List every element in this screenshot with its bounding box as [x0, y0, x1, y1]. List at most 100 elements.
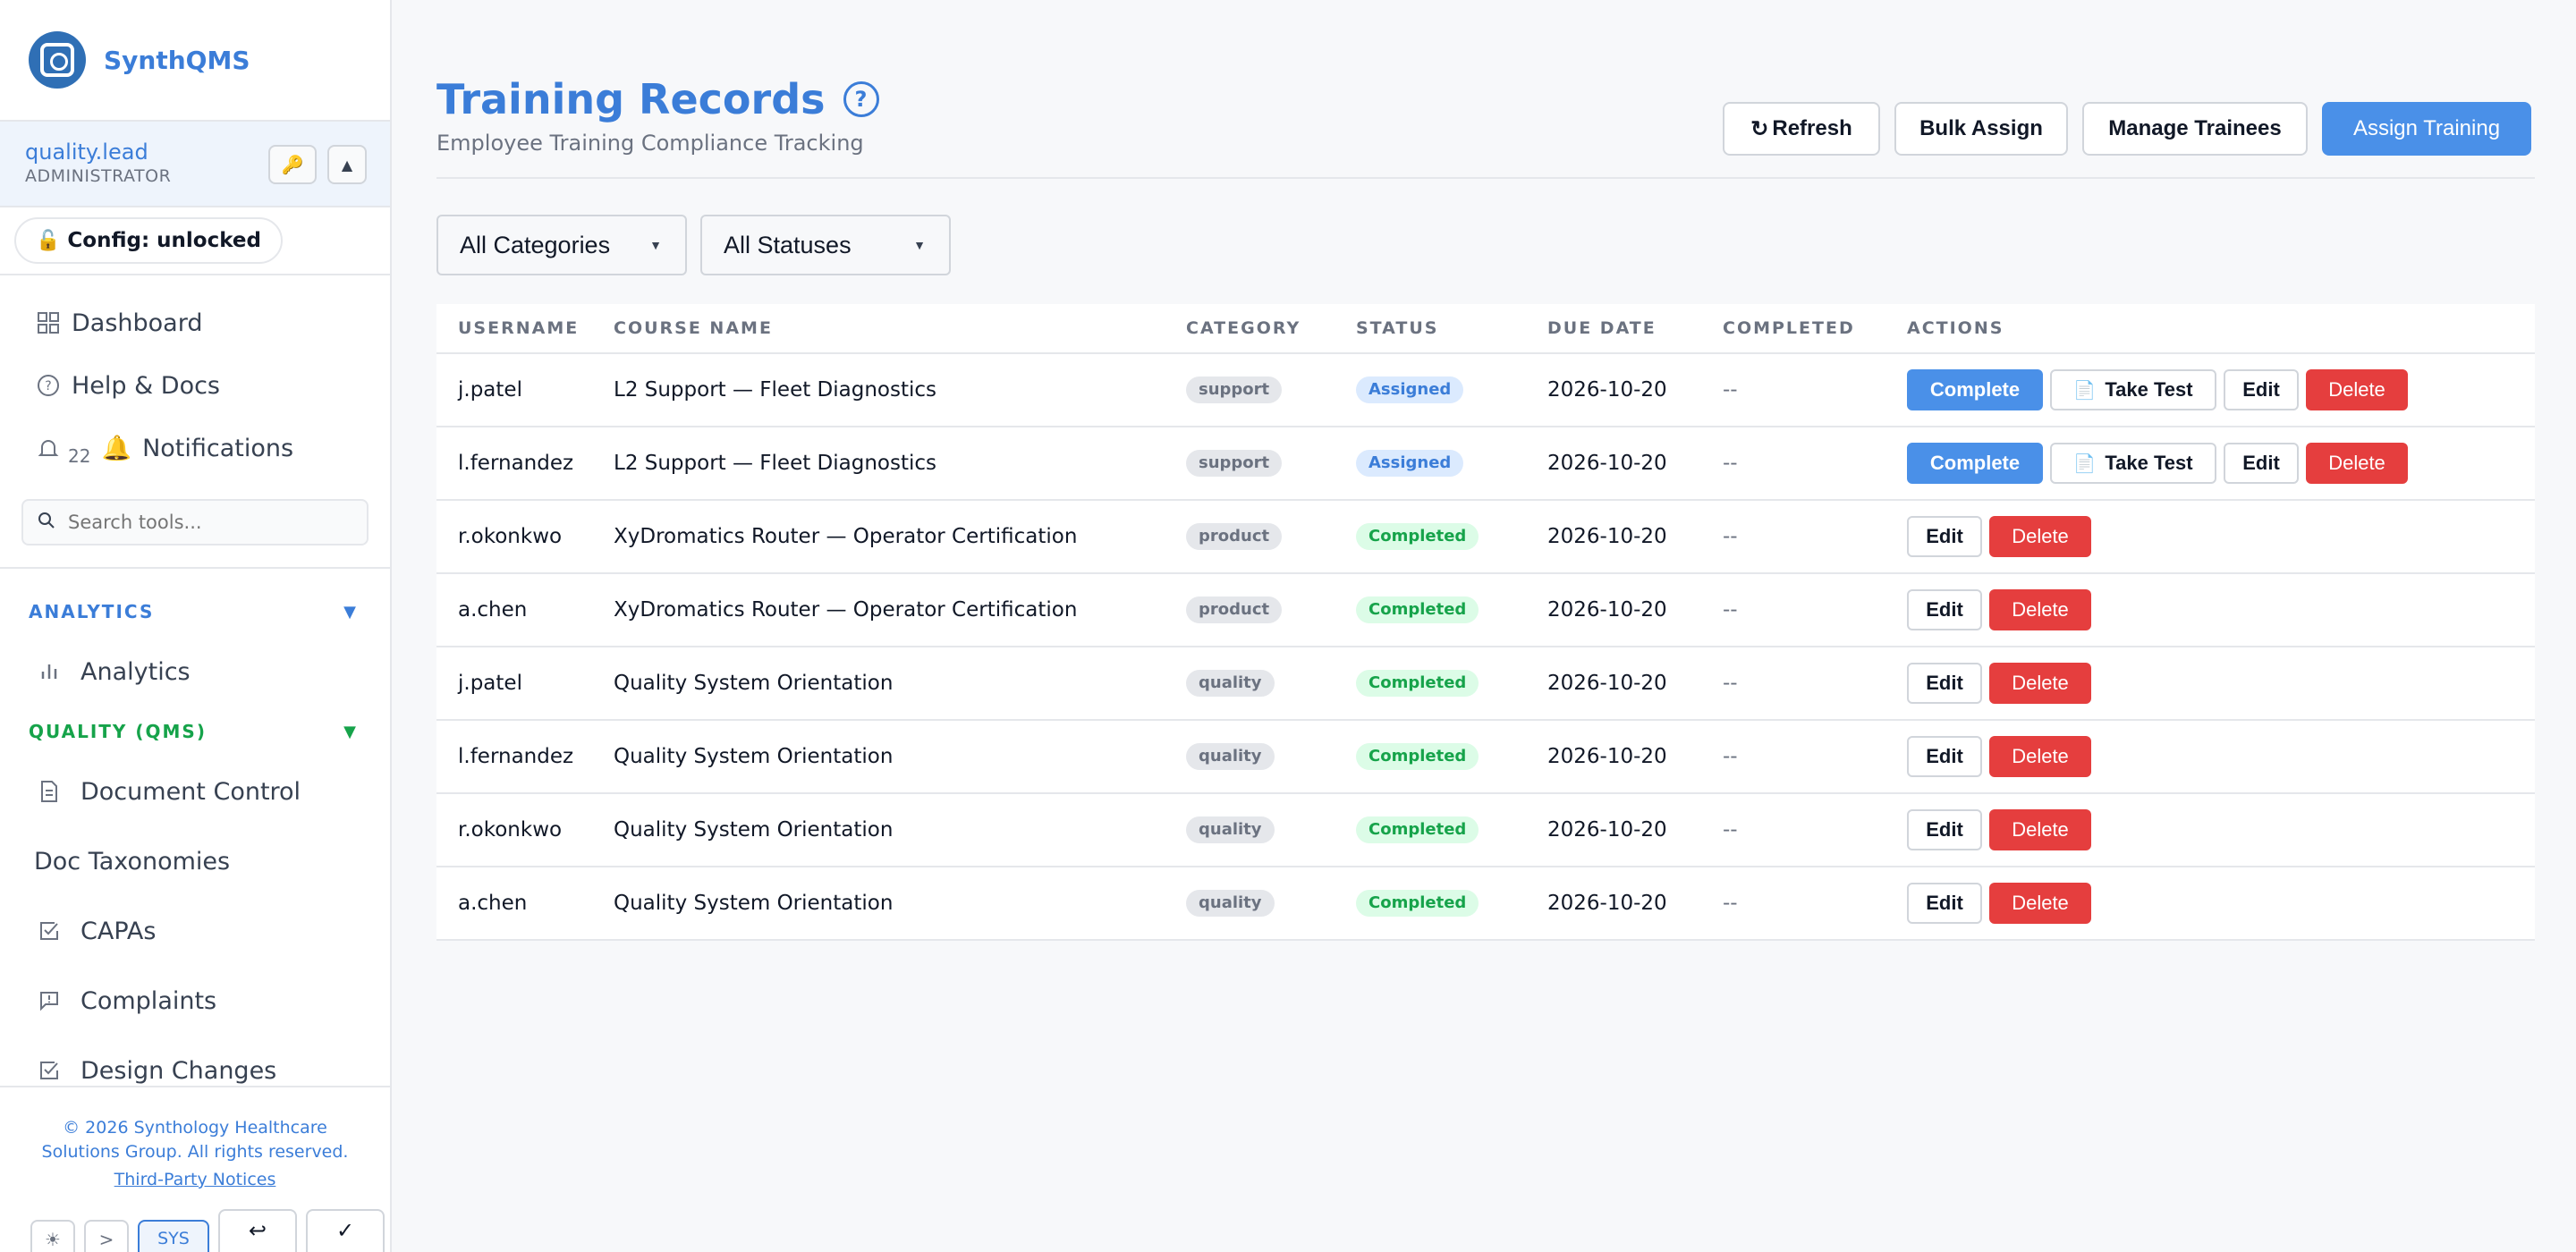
chevron-right-icon[interactable]: >: [84, 1220, 129, 1252]
training-table: USERNAME COURSE NAME CATEGORY STATUS DUE…: [436, 304, 2535, 941]
cell-username: r.okonkwo: [458, 818, 563, 842]
cell-due-date: 2026-10-20: [1547, 818, 1667, 842]
edit-button[interactable]: Edit: [1907, 736, 1982, 777]
undo-icon[interactable]: ↩: [218, 1209, 297, 1252]
delete-button[interactable]: Delete: [1989, 809, 2091, 850]
take-test-label: Take Test: [2105, 452, 2193, 474]
delete-button[interactable]: Delete: [1989, 516, 2091, 557]
assign-training-button[interactable]: Assign Training: [2322, 102, 2531, 156]
status-filter[interactable]: All Statuses ▼: [700, 215, 951, 275]
edit-button[interactable]: Edit: [1907, 589, 1982, 630]
nav-help[interactable]: ? Help & Docs: [0, 354, 390, 417]
status-badge: Assigned: [1356, 376, 1464, 403]
main-content: Training Records ? Employee Training Com…: [392, 0, 2576, 1252]
status-filter-value: All Statuses: [724, 231, 852, 258]
category-badge: support: [1186, 450, 1283, 477]
complete-button[interactable]: Complete: [1907, 443, 2043, 484]
nav-help-label: Help & Docs: [72, 371, 220, 400]
brand: SynthQMS: [0, 0, 390, 122]
delete-button[interactable]: Delete: [1989, 589, 2091, 630]
col-course[interactable]: COURSE NAME: [614, 318, 1186, 338]
col-status[interactable]: STATUS: [1356, 318, 1547, 338]
edit-button[interactable]: Edit: [1907, 663, 1982, 704]
section-quality[interactable]: QUALITY (QMS) ▼: [0, 706, 390, 757]
third-party-notices-link[interactable]: Third-Party Notices: [0, 1170, 390, 1189]
nav-capas-label: CAPAs: [80, 917, 157, 945]
cell-username: l.fernandez: [458, 452, 574, 475]
bulk-assign-button[interactable]: Bulk Assign: [1894, 102, 2068, 156]
svg-text:?: ?: [45, 379, 51, 393]
edit-button[interactable]: Edit: [1907, 809, 1982, 850]
help-icon[interactable]: ?: [843, 81, 879, 117]
delete-button[interactable]: Delete: [1989, 663, 2091, 704]
status-badge: Completed: [1356, 816, 1479, 843]
cell-course: L2 Support — Fleet Diagnostics: [614, 378, 937, 402]
edit-button[interactable]: Edit: [2224, 443, 2299, 484]
manage-trainees-button[interactable]: Manage Trainees: [2082, 102, 2308, 156]
category-badge: product: [1186, 596, 1283, 623]
checkbox-icon: [36, 1060, 63, 1081]
delete-button[interactable]: Delete: [2306, 443, 2408, 484]
collapse-icon[interactable]: ▲: [327, 145, 367, 184]
cell-category: product: [1186, 596, 1356, 623]
cell-category: support: [1186, 450, 1356, 477]
table-row: j.patel Quality System Orientation quality…: [436, 647, 2535, 721]
edit-button[interactable]: Edit: [2224, 369, 2299, 410]
delete-button[interactable]: Delete: [2306, 369, 2408, 410]
delete-button[interactable]: Delete: [1989, 736, 2091, 777]
delete-button[interactable]: Delete: [1989, 883, 2091, 924]
cell-category: quality: [1186, 743, 1356, 770]
nav-document-control[interactable]: Document Control: [0, 757, 390, 826]
nav-doc-taxonomies[interactable]: Doc Taxonomies: [0, 826, 390, 896]
table-row: l.fernandez Quality System Orientation qua…: [436, 721, 2535, 794]
page-title: Training Records ?: [436, 75, 879, 123]
nav-capas[interactable]: CAPAs: [0, 896, 390, 966]
nav-dashboard-label: Dashboard: [72, 309, 203, 337]
category-filter-value: All Categories: [460, 231, 611, 258]
edit-button[interactable]: Edit: [1907, 883, 1982, 924]
complete-button[interactable]: Complete: [1907, 369, 2043, 410]
take-test-button[interactable]: 📄 Take Test: [2050, 369, 2216, 410]
section-quality-title: QUALITY (QMS): [29, 721, 207, 742]
cell-completed: --: [1723, 672, 1738, 695]
search-box[interactable]: [21, 499, 369, 546]
col-category[interactable]: CATEGORY: [1186, 318, 1356, 338]
key-icon[interactable]: 🔑: [268, 145, 317, 184]
col-username[interactable]: USERNAME: [436, 318, 614, 338]
search-icon: [38, 512, 55, 534]
table-header: USERNAME COURSE NAME CATEGORY STATUS DUE…: [436, 304, 2535, 354]
nav-complaints[interactable]: Complaints: [0, 966, 390, 1036]
bell-icon: 🔔: [101, 435, 132, 462]
cell-username: a.chen: [458, 598, 528, 622]
nav-analytics[interactable]: Analytics: [0, 637, 390, 706]
col-completed[interactable]: COMPLETED: [1723, 318, 1907, 338]
sun-icon[interactable]: ☀: [30, 1220, 75, 1252]
take-test-button[interactable]: 📄 Take Test: [2050, 443, 2216, 484]
search-input[interactable]: [68, 512, 336, 533]
status-badge: Completed: [1356, 890, 1479, 917]
col-due-date[interactable]: DUE DATE: [1547, 318, 1723, 338]
copyright-line1: © 2026 Synthology Healthcare: [63, 1118, 327, 1138]
section-analytics[interactable]: ANALYTICS ▼: [0, 587, 390, 637]
refresh-button[interactable]: ↻ Refresh: [1723, 102, 1880, 156]
category-filter[interactable]: All Categories ▼: [436, 215, 687, 275]
status-badge: Completed: [1356, 670, 1479, 697]
cell-actions: Edit Delete: [1907, 736, 2535, 777]
copyright-line2: Solutions Group. All rights reserved.: [41, 1142, 349, 1162]
cell-due-date: 2026-10-20: [1547, 892, 1667, 915]
cell-status: Assigned: [1356, 376, 1547, 403]
sys-button[interactable]: SYS: [138, 1220, 209, 1252]
cell-due-date: 2026-10-20: [1547, 378, 1667, 402]
config-toggle[interactable]: 🔓 Config: unlocked: [14, 217, 283, 264]
status-badge: Completed: [1356, 596, 1479, 623]
search-area: [0, 479, 390, 569]
edit-button[interactable]: Edit: [1907, 516, 1982, 557]
nav-notifications[interactable]: 22 🔔 Notifications: [0, 417, 390, 479]
cell-status: Completed: [1356, 816, 1547, 843]
nav-analytics-label: Analytics: [80, 657, 191, 686]
check-icon[interactable]: ✓: [306, 1209, 385, 1252]
nav-dashboard[interactable]: Dashboard: [0, 292, 390, 354]
caret-down-icon: ▼: [343, 722, 358, 741]
help-icon: ?: [34, 371, 63, 400]
grid-icon: [34, 309, 63, 337]
